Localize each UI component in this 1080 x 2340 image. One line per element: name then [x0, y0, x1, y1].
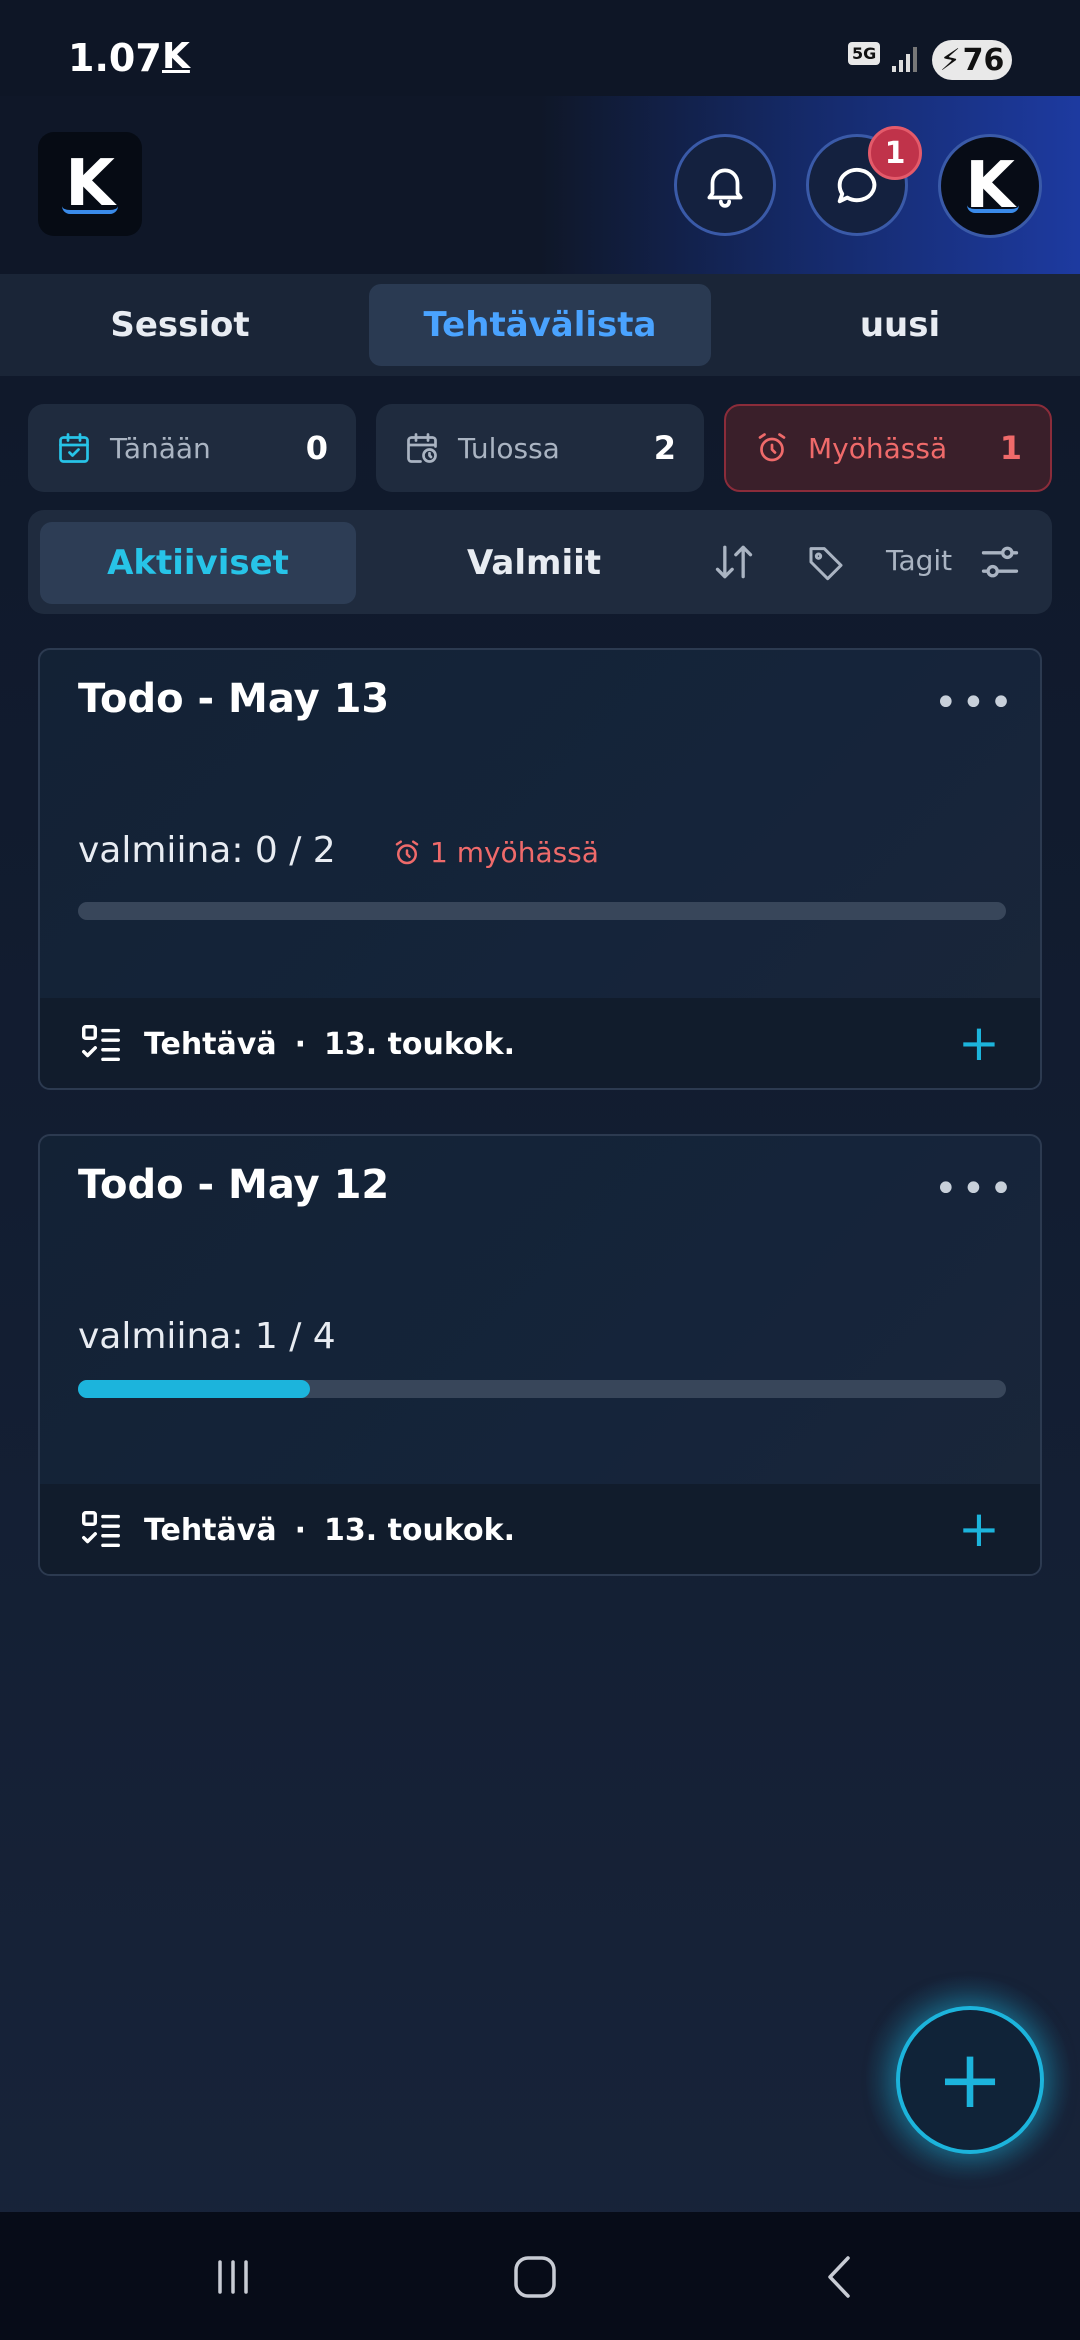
- back-icon[interactable]: [816, 2252, 866, 2302]
- main-tabs: Sessiot Tehtävälista uusi: [0, 274, 1080, 376]
- battery-indicator: ⚡ 76: [932, 40, 1012, 80]
- app-screen: 1.07 K 5G ⚡ 76 K 1 K Sessiot Tehtävälist…: [0, 0, 1080, 2340]
- alarm-icon: [395, 840, 419, 864]
- alarm-icon: [758, 433, 786, 462]
- stat-late[interactable]: Myöhässä 1: [724, 404, 1052, 492]
- recent-apps-icon[interactable]: [208, 2252, 258, 2302]
- stat-upcoming-count: 2: [653, 429, 676, 467]
- stat-late-count: 1: [999, 429, 1022, 467]
- app-header: K 1 K: [0, 96, 1080, 274]
- tab-tehtavalista[interactable]: Tehtävälista: [369, 284, 711, 366]
- card-progress-text: valmiina: 1 / 4: [78, 1316, 336, 1357]
- bell-icon: [707, 168, 743, 208]
- network-type-icon: 5G: [848, 42, 881, 65]
- more-options-icon[interactable]: •••: [934, 1166, 1017, 1212]
- progress-fill: [78, 1380, 310, 1398]
- card-progress-text: valmiina: 0 / 2: [78, 830, 336, 871]
- charging-icon: ⚡: [939, 42, 961, 78]
- status-time: 1.07: [68, 36, 162, 80]
- calendar-check-icon: [59, 433, 89, 463]
- card-date: 13. toukok.: [323, 1512, 515, 1548]
- stat-upcoming[interactable]: Tulossa 2: [376, 404, 704, 492]
- system-nav-bar: [0, 2212, 1080, 2340]
- separator-dot: ·: [294, 1512, 306, 1548]
- tags-label[interactable]: Tagit: [886, 544, 952, 577]
- plus-icon: +: [936, 2033, 1004, 2126]
- card-footer: Tehtävä · 13. toukok. +: [40, 1484, 1040, 1574]
- app-logo[interactable]: K: [38, 132, 142, 236]
- add-button[interactable]: +: [896, 2006, 1044, 2154]
- card-footer: Tehtävä · 13. toukok. +: [40, 998, 1040, 1088]
- filter-done-tab[interactable]: Valmiit: [376, 522, 692, 604]
- add-task-icon[interactable]: +: [958, 1018, 1000, 1068]
- card-title: Todo - May 12: [78, 1162, 390, 1208]
- logo-underline: [62, 206, 118, 214]
- filter-active-tab[interactable]: Aktiiviset: [40, 522, 356, 604]
- user-avatar[interactable]: K: [938, 134, 1042, 238]
- tag-icon[interactable]: [806, 542, 846, 582]
- notifications-button[interactable]: [674, 134, 776, 236]
- home-icon[interactable]: [510, 2252, 560, 2302]
- progress-track: [78, 1380, 1006, 1398]
- card-type: Tehtävä: [144, 1512, 277, 1548]
- stat-late-label: Myöhässä: [808, 431, 948, 465]
- checklist-icon: [82, 1511, 120, 1548]
- add-task-icon[interactable]: +: [958, 1504, 1000, 1554]
- carrier-icon: K: [162, 36, 190, 77]
- more-options-icon[interactable]: •••: [934, 680, 1017, 726]
- checklist-icon: [82, 1025, 120, 1062]
- todo-card[interactable]: Todo - May 12 ••• valmiina: 1 / 4 Tehtäv…: [38, 1134, 1042, 1576]
- card-late-indicator: 1 myöhässä: [392, 836, 599, 869]
- card-title: Todo - May 13: [78, 676, 390, 722]
- status-bar: 1.07 K 5G ⚡ 76: [0, 0, 1080, 110]
- tab-uusi[interactable]: uusi: [760, 284, 1040, 366]
- card-late-text: 1 myöhässä: [430, 836, 599, 869]
- stat-today-label: Tänään: [110, 431, 211, 465]
- filter-settings-icon[interactable]: [978, 540, 1022, 584]
- card-type: Tehtävä: [144, 1026, 277, 1062]
- battery-level: 76: [962, 42, 1005, 78]
- tab-sessiot[interactable]: Sessiot: [40, 284, 320, 366]
- calendar-clock-icon: [407, 433, 437, 463]
- filter-bar: Aktiiviset Valmiit Tagit: [28, 510, 1052, 614]
- stat-upcoming-label: Tulossa: [458, 431, 560, 465]
- separator-dot: ·: [294, 1026, 306, 1062]
- todo-card[interactable]: Todo - May 13 ••• valmiina: 0 / 2 1 myöh…: [38, 648, 1042, 1090]
- stat-today-count: 0: [305, 429, 328, 467]
- progress-track: [78, 902, 1006, 920]
- card-date: 13. toukok.: [323, 1026, 515, 1062]
- avatar-underline: [967, 205, 1019, 213]
- stat-today[interactable]: Tänään 0: [28, 404, 356, 492]
- signal-icon: [892, 47, 917, 72]
- messages-badge: 1: [868, 126, 922, 180]
- sort-icon[interactable]: [712, 540, 756, 584]
